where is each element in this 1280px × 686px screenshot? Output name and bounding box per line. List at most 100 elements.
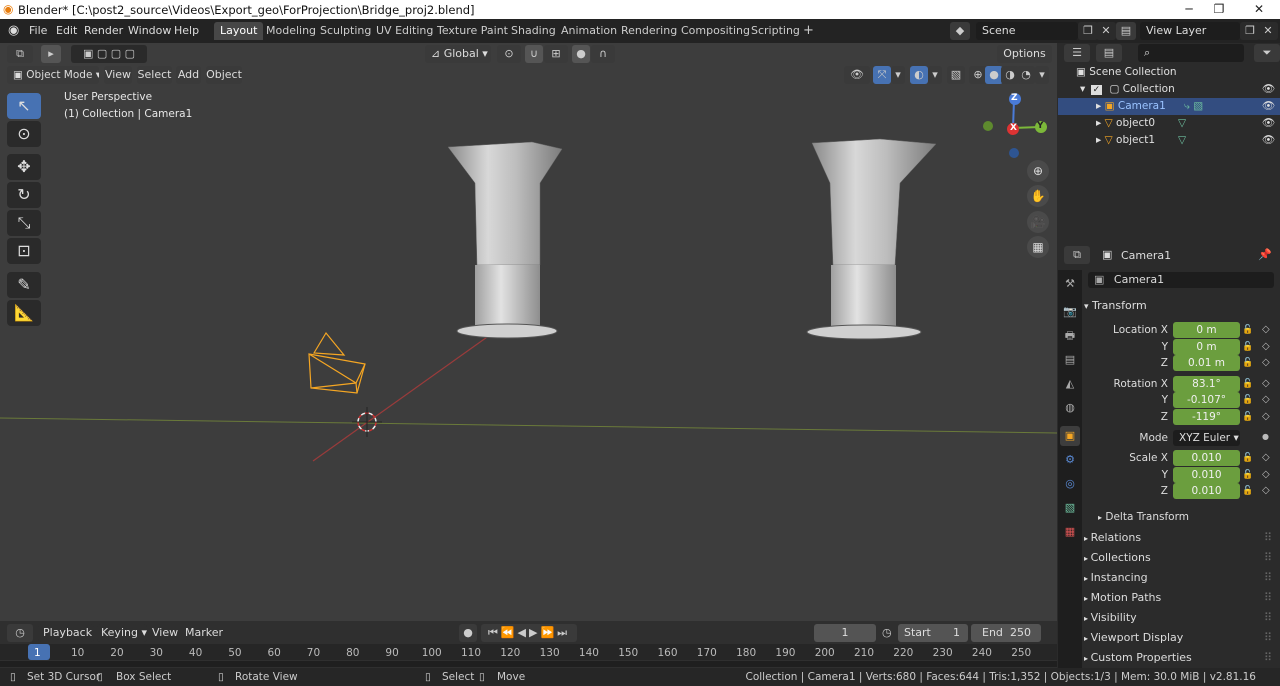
keyframe-icon[interactable]: ◇ (1262, 452, 1270, 463)
timeline-scrollbar[interactable] (0, 661, 1057, 667)
start-frame-field[interactable]: Start 1 (898, 624, 968, 642)
keyframe-icon[interactable]: ◇ (1262, 485, 1270, 496)
menu-render[interactable]: Render (84, 24, 123, 37)
mode-dropdown[interactable]: ▣ Object Mode ▾ (7, 66, 99, 84)
view-layer-tab-icon[interactable]: ▤ (1060, 350, 1080, 370)
rotate-tool[interactable]: ↻ (7, 182, 41, 208)
timeline-editor-type-icon[interactable]: ◷ (7, 624, 33, 642)
tab-uv-editing[interactable]: UV Editing (370, 22, 439, 40)
3d-viewport[interactable]: Z X Y ⧉ ▸ ▣ ▢ ▢ ▢ ⊿ Global ▾ ⊙ ∪ ⊞ ● ∩ O… (0, 43, 1057, 621)
lock-icon[interactable]: 🔓 (1242, 395, 1253, 405)
cursor-tool[interactable]: ⊙ (7, 121, 41, 147)
scene-name-field[interactable]: Scene (976, 22, 1078, 40)
camera1-eye-icon[interactable]: 👁 (1262, 98, 1275, 115)
expand-icon[interactable]: ▾ (1080, 83, 1085, 95)
outliner-search-field[interactable]: ⌕ (1138, 44, 1244, 62)
lock-icon[interactable]: 🔓 (1242, 379, 1253, 389)
minimize-button[interactable]: ─ (1174, 1, 1204, 18)
outliner-collection[interactable]: ▾ ✓ ▢ Collection 👁 (1058, 81, 1280, 98)
rotation-z-field[interactable]: -119° (1173, 409, 1240, 425)
gizmo-dropdown-icon[interactable]: ▾ (891, 66, 905, 84)
panel-viewport-display[interactable]: ▸ Viewport Display ⠿ (1084, 628, 1276, 648)
object1-eye-icon[interactable]: 👁 (1262, 132, 1275, 149)
new-view-layer-icon[interactable]: ❐ (1240, 22, 1260, 40)
physics-tab-icon[interactable]: ◎ (1060, 474, 1080, 494)
panel-motion-paths[interactable]: ▸ Motion Paths ⠿ (1084, 588, 1276, 608)
lock-icon[interactable]: 🔓 (1242, 358, 1253, 368)
panel-custom-properties[interactable]: ▸ Custom Properties ⠿ (1084, 648, 1276, 668)
current-frame-field[interactable]: 1 (814, 624, 876, 642)
pan-hand-icon[interactable]: ✋ (1027, 185, 1049, 207)
scale-x-field[interactable]: 0.010 (1173, 450, 1240, 466)
view-menu-button[interactable]: View (104, 66, 132, 84)
add-menu-button[interactable]: Add (176, 66, 201, 84)
drag-handle-icon[interactable]: ⠿ (1264, 548, 1272, 568)
keyframe-icon[interactable]: ◇ (1262, 411, 1270, 422)
pin-icon[interactable]: 📌 (1258, 248, 1272, 261)
collection-eye-icon[interactable]: 👁 (1262, 81, 1275, 98)
properties-editor-type-icon[interactable]: ⧉ (1064, 246, 1090, 264)
outliner-scene-collection[interactable]: ▣ Scene Collection (1058, 64, 1280, 81)
gizmo-x-label[interactable]: X (1010, 123, 1017, 133)
new-scene-icon[interactable]: ❐ (1078, 22, 1098, 40)
drag-handle-icon[interactable]: ⠿ (1264, 588, 1272, 608)
panel-visibility[interactable]: ▸ Visibility ⠿ (1084, 608, 1276, 628)
scale-y-field[interactable]: 0.010 (1173, 467, 1240, 483)
add-workspace-icon[interactable]: + (797, 22, 820, 40)
move-tool[interactable]: ✥ (7, 154, 41, 180)
delta-transform-subpanel[interactable]: ▸ Delta Transform (1098, 507, 1268, 527)
scene-tab-icon[interactable]: ◭ (1060, 374, 1080, 394)
tab-texture-paint[interactable]: Texture Paint (431, 22, 514, 40)
pivot-point-icon[interactable]: ⊙ (497, 45, 521, 63)
keyframe-icon[interactable]: ◇ (1262, 324, 1270, 335)
proportional-falloff-icon[interactable]: ∩ (591, 45, 615, 63)
expand-icon[interactable]: ▸ (1096, 100, 1101, 112)
menu-help[interactable]: Help (174, 24, 199, 37)
xray-toggle-icon[interactable]: ▧ (947, 66, 965, 84)
delete-scene-icon[interactable]: ✕ (1096, 22, 1116, 40)
scale-tool[interactable]: ⤡ (7, 210, 41, 236)
preview-range-icon[interactable]: ◷ (882, 626, 892, 639)
outliner-item-camera1[interactable]: ▸ ▣ Camera1 ⤷ ▧ 👁 (1058, 98, 1280, 115)
blender-menu-icon[interactable]: ◉ (8, 23, 19, 38)
location-y-field[interactable]: 0 m (1173, 339, 1240, 355)
rotation-y-field[interactable]: -0.107° (1173, 392, 1240, 408)
lock-icon[interactable]: 🔓 (1242, 453, 1253, 463)
proportional-editing-icon[interactable]: ● (572, 45, 590, 63)
keying-menu[interactable]: Keying ▾ (97, 624, 147, 642)
modifier-tab-icon[interactable]: ⚙ (1060, 450, 1080, 470)
tab-compositing[interactable]: Compositing (675, 22, 756, 40)
filter-icon[interactable]: ⏷ (1254, 44, 1280, 62)
object0-eye-icon[interactable]: 👁 (1262, 115, 1275, 132)
drag-handle-icon[interactable]: ⠿ (1264, 568, 1272, 588)
menu-file[interactable]: File (29, 24, 47, 37)
keyframe-icon[interactable]: ◇ (1262, 378, 1270, 389)
outliner-editor-type-icon[interactable]: ☰ (1064, 44, 1090, 62)
keyframe-icon[interactable]: ◇ (1262, 469, 1270, 480)
gizmo-y-label[interactable]: Y (1037, 121, 1044, 131)
expand-icon[interactable]: ▸ (1096, 117, 1101, 129)
display-mode-icon[interactable]: ▤ (1096, 44, 1122, 62)
tab-rendering[interactable]: Rendering (615, 22, 683, 40)
world-tab-icon[interactable]: ◍ (1060, 398, 1080, 418)
select-menu-button[interactable]: Select (137, 66, 172, 84)
camera-view-icon[interactable]: 🎥 (1027, 211, 1049, 233)
playback-controls-icons[interactable]: ⏮⏪◀▶⏩⏭ (481, 624, 577, 642)
annotate-tool[interactable]: ✎ (7, 272, 41, 298)
overlays-toggle-icon[interactable]: ◐ (910, 66, 928, 84)
tab-sculpting[interactable]: Sculpting (314, 22, 377, 40)
record-keyframe-icon[interactable]: ● (459, 624, 477, 642)
panel-instancing[interactable]: ▸ Instancing ⠿ (1084, 568, 1276, 588)
options-button[interactable]: Options (997, 45, 1052, 63)
timeline-marker-menu[interactable]: Marker (185, 626, 223, 639)
select-tool-icon[interactable]: ▸ (41, 45, 61, 63)
lock-icon[interactable]: 🔓 (1242, 486, 1253, 496)
lock-icon[interactable]: 🔓 (1242, 412, 1253, 422)
checkbox-icon[interactable]: ✓ (1090, 85, 1103, 95)
tab-layout[interactable]: Layout (214, 22, 264, 40)
playback-menu[interactable]: Playback ▾ (38, 624, 94, 642)
expand-icon[interactable]: ▸ (1096, 134, 1101, 146)
transform-panel-header[interactable]: ▾ Transform (1084, 296, 1276, 316)
keyframe-icon[interactable]: ◇ (1262, 394, 1270, 405)
delete-view-layer-icon[interactable]: ✕ (1258, 22, 1278, 40)
